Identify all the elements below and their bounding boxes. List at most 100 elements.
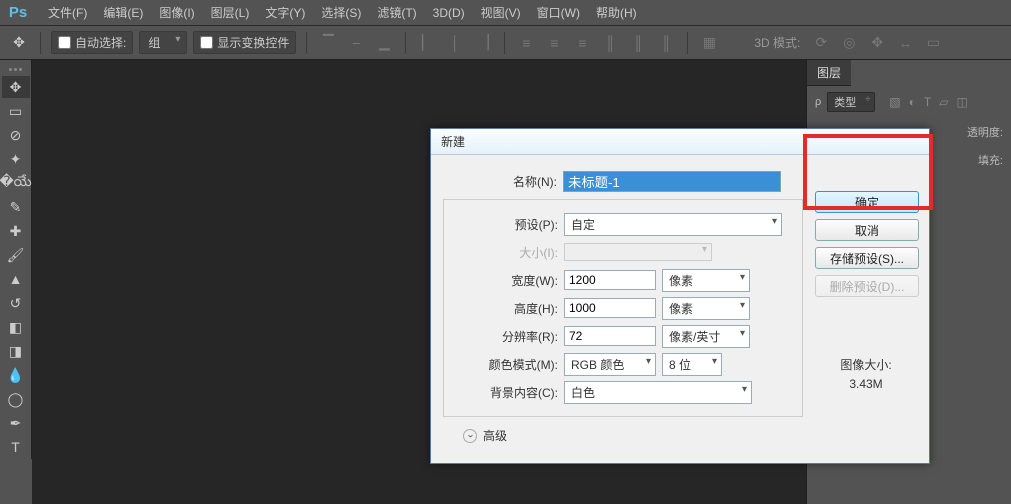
image-size-label: 图像大小: — [821, 356, 911, 375]
separator — [405, 32, 406, 54]
size-label: 大小(I): — [444, 244, 564, 261]
move-tool-indicator-icon: ✥ — [8, 32, 30, 54]
distribute-bottom-icon[interactable]: ≡ — [571, 32, 593, 54]
brush-tool[interactable]: 🖌 — [2, 244, 30, 266]
height-unit-dropdown[interactable]: 像素 — [662, 297, 750, 320]
fill-label: 填充: — [978, 152, 1003, 168]
show-transform-checkbox[interactable]: 显示变换控件 — [193, 31, 296, 54]
menu-window[interactable]: 窗口(W) — [529, 0, 588, 25]
history-brush-tool[interactable]: ↺ — [2, 292, 30, 314]
roll-3d-icon[interactable]: ◎ — [838, 32, 860, 54]
clone-stamp-tool[interactable]: ▲ — [2, 268, 30, 290]
dodge-tool[interactable]: ◯ — [2, 388, 30, 410]
height-label: 高度(H): — [444, 300, 564, 317]
menu-select[interactable]: 选择(S) — [313, 0, 369, 25]
align-hcenter-icon[interactable]: │ — [444, 32, 466, 54]
image-size-block: 图像大小: 3.43M — [821, 356, 911, 394]
palette-grip-icon[interactable] — [2, 68, 30, 71]
image-size-value: 3.43M — [821, 375, 911, 394]
distribute-left-icon[interactable]: ║ — [599, 32, 621, 54]
menu-3d[interactable]: 3D(D) — [425, 2, 473, 24]
orbit-3d-icon[interactable]: ⟳ — [810, 32, 832, 54]
filter-smart-icon[interactable]: ◫ — [956, 95, 967, 109]
eyedropper-tool[interactable]: ✎ — [2, 196, 30, 218]
ok-button[interactable]: 确定 — [815, 191, 919, 213]
bg-content-dropdown[interactable]: 白色 — [564, 381, 752, 404]
cancel-button[interactable]: 取消 — [815, 219, 919, 241]
move-tool[interactable]: ✥ — [2, 76, 30, 98]
align-top-icon[interactable]: ▔ — [317, 32, 339, 54]
width-unit-dropdown[interactable]: 像素 — [662, 269, 750, 292]
resolution-unit-dropdown[interactable]: 像素/英寸 — [662, 325, 750, 348]
show-transform-check[interactable] — [200, 36, 213, 49]
separator — [40, 32, 41, 54]
menu-view[interactable]: 视图(V) — [473, 0, 529, 25]
healing-brush-tool[interactable]: ✚ — [2, 220, 30, 242]
lasso-tool[interactable]: ⊘ — [2, 124, 30, 146]
distribute-right-icon[interactable]: ║ — [655, 32, 677, 54]
slide-3d-icon[interactable]: ↔ — [894, 32, 916, 54]
color-mode-dropdown[interactable]: RGB 颜色 — [564, 353, 656, 376]
opacity-label: 透明度: — [967, 124, 1003, 140]
menu-filter[interactable]: 滤镜(T) — [369, 0, 424, 25]
auto-select-check[interactable] — [58, 36, 71, 49]
save-preset-button[interactable]: 存储预设(S)... — [815, 247, 919, 269]
menu-type[interactable]: 文字(Y) — [257, 0, 313, 25]
resolution-label: 分辨率(R): — [444, 328, 564, 345]
filter-type-icon[interactable]: T — [924, 95, 931, 109]
distribute-hcenter-icon[interactable]: ║ — [627, 32, 649, 54]
auto-align-icon[interactable]: ▦ — [698, 32, 720, 54]
auto-select-label: 自动选择: — [75, 34, 126, 51]
dialog-titlebar[interactable]: 新建 — [431, 129, 929, 155]
advanced-label: 高级 — [483, 427, 507, 444]
bit-depth-dropdown[interactable]: 8 位 — [662, 353, 722, 376]
pen-tool[interactable]: ✒ — [2, 412, 30, 434]
gradient-tool[interactable]: ◨ — [2, 340, 30, 362]
preset-dropdown[interactable]: 自定 — [564, 213, 782, 236]
crop-tool[interactable]: �యే — [2, 172, 30, 194]
pan-3d-icon[interactable]: ✥ — [866, 32, 888, 54]
delete-preset-button: 删除预设(D)... — [815, 275, 919, 297]
filter-adjust-icon[interactable]: ◐ — [909, 95, 916, 109]
bg-content-label: 背景内容(C): — [444, 384, 564, 401]
zoom-3d-icon[interactable]: ▭ — [922, 32, 944, 54]
distribute-vcenter-icon[interactable]: ≡ — [543, 32, 565, 54]
auto-select-checkbox[interactable]: 自动选择: — [51, 31, 133, 54]
separator — [306, 32, 307, 54]
menubar: Ps 文件(F) 编辑(E) 图像(I) 图层(L) 文字(Y) 选择(S) 滤… — [0, 0, 1011, 26]
menu-layer[interactable]: 图层(L) — [203, 0, 258, 25]
name-input[interactable] — [563, 171, 781, 192]
magic-wand-tool[interactable]: ✦ — [2, 148, 30, 170]
filter-pixel-icon[interactable]: ▧ — [889, 95, 900, 109]
blur-tool[interactable]: 💧 — [2, 364, 30, 386]
type-tool[interactable]: T — [2, 436, 30, 458]
menu-image[interactable]: 图像(I) — [151, 0, 202, 25]
name-label: 名称(N): — [443, 173, 563, 190]
separator — [504, 32, 505, 54]
height-input[interactable] — [564, 298, 656, 318]
separator — [687, 32, 688, 54]
distribute-top-icon[interactable]: ≡ — [515, 32, 537, 54]
chevron-down-icon: › — [463, 429, 477, 443]
eraser-tool[interactable]: ◧ — [2, 316, 30, 338]
options-bar: ✥ 自动选择: 组 显示变换控件 ▔ ⎯ ▁ ▏ │ ▕ ≡ ≡ ≡ ║ ║ ║… — [0, 26, 1011, 60]
width-label: 宽度(W): — [444, 272, 564, 289]
menu-edit[interactable]: 编辑(E) — [95, 0, 151, 25]
ps-logo: Ps — [6, 3, 30, 23]
menu-help[interactable]: 帮助(H) — [588, 0, 645, 25]
layer-filter-row: ρ 类型 ▧ ◐ T ▱ ◫ — [807, 86, 1011, 118]
resolution-input[interactable] — [564, 326, 656, 346]
align-right-icon[interactable]: ▕ — [472, 32, 494, 54]
marquee-tool[interactable]: ▭ — [2, 100, 30, 122]
align-vcenter-icon[interactable]: ⎯ — [345, 32, 367, 54]
filter-shape-icon[interactable]: ▱ — [939, 95, 948, 109]
kind-filter-dropdown[interactable]: 类型 — [827, 92, 875, 112]
layers-panel-tab[interactable]: 图层 — [807, 60, 851, 86]
menu-file[interactable]: 文件(F) — [40, 0, 95, 25]
auto-select-target-dropdown[interactable]: 组 — [139, 31, 187, 54]
align-left-icon[interactable]: ▏ — [416, 32, 438, 54]
mode-3d-label: 3D 模式: — [754, 34, 800, 51]
advanced-toggle[interactable]: › 高级 — [463, 427, 917, 444]
width-input[interactable] — [564, 270, 656, 290]
align-bottom-icon[interactable]: ▁ — [373, 32, 395, 54]
